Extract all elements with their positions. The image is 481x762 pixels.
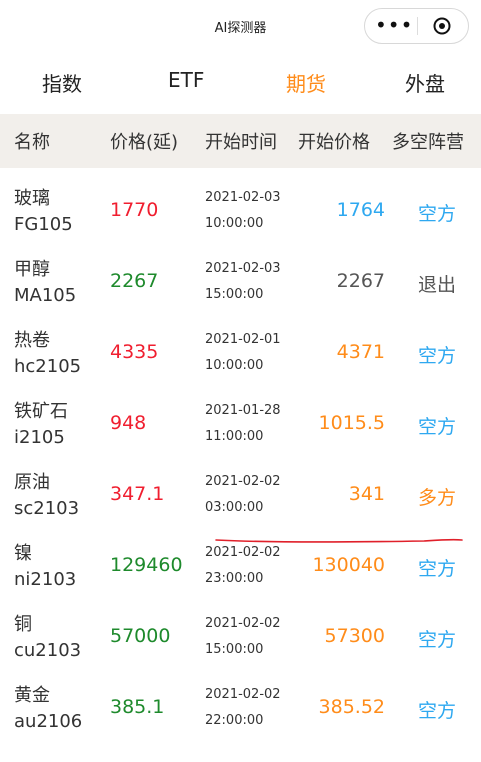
start-clock: 10:00:00 — [205, 216, 264, 231]
start-clock: 22:00:00 — [205, 713, 264, 728]
current-price: 347.1 — [110, 483, 165, 505]
future-code: i2105 — [14, 427, 65, 448]
header-name: 名称 — [14, 132, 50, 153]
future-name: 原油 — [14, 472, 50, 493]
start-price: 2267 — [336, 270, 385, 292]
start-price: 1015.5 — [318, 412, 385, 434]
table-row[interactable]: 热卷 hc2105 4335 2021-02-01 10:00:00 4371 空方 — [0, 320, 481, 388]
future-name: 铁矿石 — [14, 401, 68, 422]
start-time: 2021-02-03 10:00:00 — [205, 185, 281, 237]
future-name-cell: 玻璃 FG105 — [14, 186, 73, 238]
start-price: 385.52 — [318, 696, 385, 718]
title-bar: AI探测器 ••• — [0, 0, 481, 52]
start-time: 2021-02-02 15:00:00 — [205, 611, 281, 663]
start-date: 2021-02-03 — [205, 261, 281, 276]
future-name: 铜 — [14, 614, 32, 635]
current-price: 1770 — [110, 199, 159, 221]
current-price: 4335 — [110, 341, 159, 363]
start-date: 2021-02-02 — [205, 616, 281, 631]
start-time: 2021-02-03 15:00:00 — [205, 256, 281, 308]
start-date: 2021-02-02 — [205, 687, 281, 702]
header-start-time: 开始时间 — [205, 132, 277, 153]
start-time: 2021-02-02 03:00:00 — [205, 469, 281, 521]
start-date: 2021-02-01 — [205, 332, 281, 347]
start-price: 341 — [348, 483, 385, 505]
start-price: 4371 — [336, 341, 385, 363]
future-name: 玻璃 — [14, 188, 50, 209]
position-status: 空方 — [418, 700, 457, 722]
header-start-price: 开始价格 — [298, 132, 370, 153]
start-clock: 15:00:00 — [205, 642, 264, 657]
future-name: 甲醇 — [14, 259, 50, 280]
current-price: 385.1 — [110, 696, 165, 718]
start-clock: 11:00:00 — [205, 429, 264, 444]
start-date: 2021-02-03 — [205, 190, 281, 205]
table-row[interactable]: 黄金 au2106 385.1 2021-02-02 22:00:00 385.52 空方 — [0, 675, 481, 743]
current-price: 57000 — [110, 625, 171, 647]
future-code: sc2103 — [14, 498, 80, 519]
start-price: 1764 — [336, 199, 385, 221]
position-status: 空方 — [418, 416, 457, 438]
future-code: hc2105 — [14, 356, 82, 377]
start-time: 2021-02-02 22:00:00 — [205, 682, 281, 734]
table-row[interactable]: 原油 sc2103 347.1 2021-02-02 03:00:00 341 多方 — [0, 462, 481, 530]
position-status: 空方 — [418, 629, 457, 651]
start-price: 130040 — [312, 554, 385, 576]
position-status: 多方 — [418, 487, 457, 509]
position-status: 退出 — [418, 274, 457, 296]
table-row[interactable]: 铁矿石 i2105 948 2021-01-28 11:00:00 1015.5 空方 — [0, 391, 481, 459]
position-status: 空方 — [418, 558, 457, 580]
header-price: 价格(延) — [110, 132, 179, 153]
table-header: 名称 价格(延) 开始时间 开始价格 多空阵营 — [0, 114, 481, 168]
future-code: cu2103 — [14, 640, 82, 661]
future-name: 黄金 — [14, 685, 50, 706]
future-code: FG105 — [14, 214, 73, 235]
future-name-cell: 铜 cu2103 — [14, 612, 81, 664]
more-dots-icon[interactable]: ••• — [375, 15, 412, 35]
mini-program-capsule: ••• — [364, 8, 469, 44]
future-name-cell: 黄金 au2106 — [14, 683, 82, 735]
current-price: 129460 — [110, 554, 183, 576]
future-name-cell: 热卷 hc2105 — [14, 328, 81, 380]
start-clock: 15:00:00 — [205, 287, 264, 302]
target-close-icon[interactable] — [433, 17, 451, 35]
start-clock: 10:00:00 — [205, 358, 264, 373]
annotation-underline — [215, 538, 463, 543]
start-clock: 03:00:00 — [205, 500, 264, 515]
start-clock: 23:00:00 — [205, 571, 264, 586]
table-row[interactable]: 甲醇 MA105 2267 2021-02-03 15:00:00 2267 退出 — [0, 249, 481, 317]
future-name-cell: 原油 sc2103 — [14, 470, 79, 522]
future-name: 镍 — [14, 543, 32, 564]
start-date: 2021-01-28 — [205, 403, 281, 418]
current-price: 948 — [110, 412, 147, 434]
future-code: MA105 — [14, 285, 77, 306]
category-tabs: 指数 ETF 期货 外盘 — [0, 60, 481, 104]
start-date: 2021-02-02 — [205, 474, 281, 489]
start-time: 2021-02-01 10:00:00 — [205, 327, 281, 379]
start-price: 57300 — [324, 625, 385, 647]
tab-index[interactable]: 指数 — [42, 68, 82, 97]
future-name-cell: 甲醇 MA105 — [14, 257, 76, 309]
future-name-cell: 铁矿石 i2105 — [14, 399, 68, 451]
start-time: 2021-01-28 11:00:00 — [205, 398, 281, 450]
tab-etf[interactable]: ETF — [168, 68, 204, 92]
position-status: 空方 — [418, 203, 457, 225]
tab-foreign[interactable]: 外盘 — [405, 68, 445, 97]
table-row[interactable]: 铜 cu2103 57000 2021-02-02 15:00:00 57300 空方 — [0, 604, 481, 672]
position-status: 空方 — [418, 345, 457, 367]
future-name-cell: 镍 ni2103 — [14, 541, 76, 593]
table-row[interactable]: 玻璃 FG105 1770 2021-02-03 10:00:00 1764 空方 — [0, 178, 481, 246]
tab-futures[interactable]: 期货 — [286, 68, 326, 97]
future-code: ni2103 — [14, 569, 77, 590]
header-position: 多空阵营 — [392, 132, 464, 153]
capsule-divider — [417, 17, 418, 35]
future-code: au2106 — [14, 711, 83, 732]
future-name: 热卷 — [14, 330, 50, 351]
current-price: 2267 — [110, 270, 159, 292]
